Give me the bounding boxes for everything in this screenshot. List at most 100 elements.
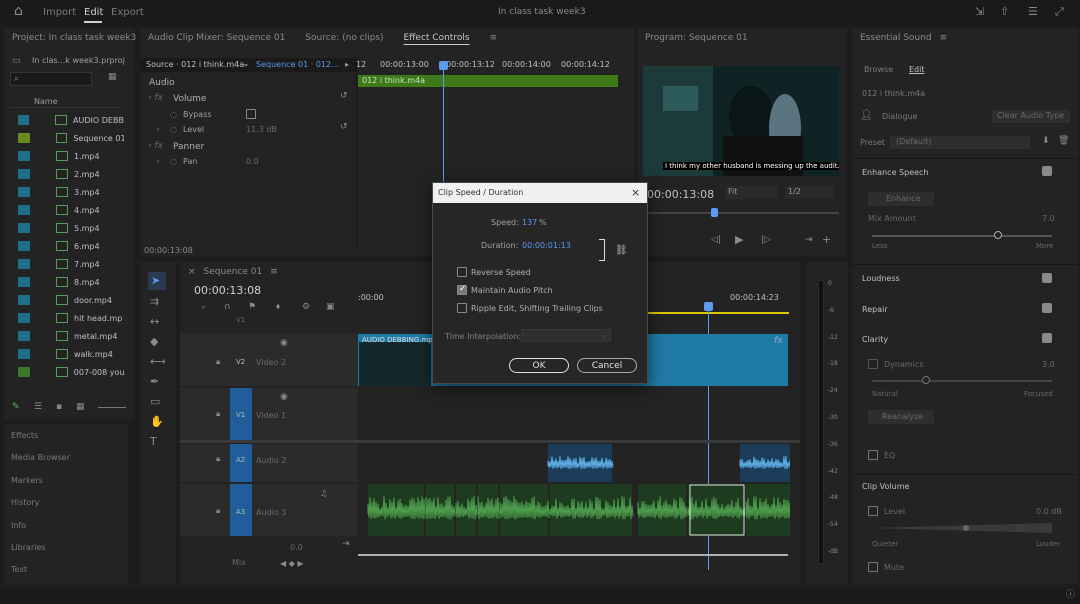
program-playhead[interactable] bbox=[711, 208, 718, 217]
publish-icon[interactable]: ⇧ bbox=[1000, 6, 1009, 17]
project-item[interactable]: 007-008 you bbox=[14, 363, 124, 381]
magnet-icon[interactable]: ∩ bbox=[224, 302, 231, 313]
project-item[interactable]: 1.mp4 bbox=[14, 147, 124, 165]
time-interpolation-dropdown[interactable]: ⌄ bbox=[521, 329, 611, 342]
wrench-icon[interactable]: ⚙ bbox=[302, 302, 310, 313]
play-icon[interactable]: ▶ bbox=[735, 234, 743, 245]
maintain-pitch-checkbox[interactable]: ✓ bbox=[457, 284, 467, 295]
label-color-swatch[interactable] bbox=[18, 133, 30, 143]
project-item[interactable]: Sequence 01 bbox=[14, 129, 124, 147]
step-forward-icon[interactable]: |▷ bbox=[761, 235, 771, 246]
fullscreen-icon[interactable]: ⤢ bbox=[1055, 6, 1064, 17]
dynamics-slider[interactable] bbox=[872, 380, 1052, 382]
label-color-swatch[interactable] bbox=[18, 151, 30, 161]
freeform-view-icon[interactable]: ▦ bbox=[76, 402, 85, 413]
mix-value[interactable]: 0.0 bbox=[290, 543, 303, 552]
label-color-swatch[interactable] bbox=[18, 367, 30, 377]
track-a3-lock-icon[interactable]: 🔒︎ bbox=[216, 505, 220, 516]
loudness-checkbox[interactable] bbox=[1042, 273, 1052, 283]
new-bin-icon[interactable]: ▦ bbox=[108, 72, 117, 83]
caption-icon[interactable]: ▣ bbox=[326, 302, 335, 313]
pen-icon[interactable]: ✒ bbox=[150, 376, 159, 387]
mix-amount-slider[interactable] bbox=[872, 235, 1052, 237]
label-color-swatch[interactable] bbox=[18, 331, 30, 341]
label-color-swatch[interactable] bbox=[18, 241, 30, 251]
enhance-button[interactable]: Enhance bbox=[868, 192, 934, 206]
razor-icon[interactable]: ◆ bbox=[150, 336, 158, 347]
mix-amount-knob[interactable] bbox=[994, 231, 1002, 239]
side-tab[interactable]: Info bbox=[11, 521, 26, 530]
zoom-slider[interactable] bbox=[98, 407, 126, 408]
duration-value[interactable]: 00:00:01:13 bbox=[522, 241, 571, 250]
pan-stopwatch-icon[interactable]: ◌ bbox=[170, 156, 177, 167]
reset-volume-icon[interactable]: ↺ bbox=[340, 91, 348, 102]
label-color-swatch[interactable] bbox=[18, 295, 30, 305]
label-color-swatch[interactable] bbox=[18, 313, 30, 323]
reverse-speed-checkbox[interactable] bbox=[457, 267, 467, 277]
cancel-button[interactable]: Cancel bbox=[577, 358, 637, 373]
save-preset-icon[interactable]: ⬇ bbox=[1042, 136, 1050, 147]
work-area-bar[interactable] bbox=[648, 312, 789, 314]
clear-audio-type-button[interactable]: Clear Audio Type bbox=[992, 110, 1070, 123]
close-sequence-icon[interactable]: × bbox=[188, 267, 196, 277]
mix-keyframe-icon[interactable]: ◀ ◆ ▶ bbox=[280, 558, 304, 569]
preset-dropdown[interactable]: (Default) bbox=[890, 136, 1030, 149]
ripple-edit-icon[interactable]: ↔ bbox=[150, 316, 159, 327]
button-editor-icon[interactable]: + bbox=[822, 234, 831, 245]
tab-source[interactable]: Source: (no clips) bbox=[305, 33, 383, 43]
timeline-menu-icon[interactable]: ≡ bbox=[270, 267, 278, 277]
label-color-swatch[interactable] bbox=[18, 205, 30, 215]
speed-value[interactable]: 137 bbox=[522, 218, 537, 227]
tab-effect-controls[interactable]: Effect Controls bbox=[404, 33, 470, 43]
track-v1-eye-icon[interactable]: ◉ bbox=[280, 392, 288, 403]
track-a3-mic-icon[interactable]: ♫ bbox=[320, 488, 327, 499]
es-menu-icon[interactable]: ≡ bbox=[940, 33, 948, 43]
pan-expand-icon[interactable]: › bbox=[156, 157, 160, 167]
clarity-checkbox[interactable] bbox=[1042, 333, 1052, 343]
project-item[interactable]: 5.mp4 bbox=[14, 219, 124, 237]
step-back-icon[interactable]: ◁| bbox=[711, 235, 721, 246]
dynamics-knob[interactable] bbox=[922, 376, 930, 384]
pencil-icon[interactable]: ✎ bbox=[12, 402, 20, 413]
repair-checkbox[interactable] bbox=[1042, 303, 1052, 313]
side-tab[interactable]: Text bbox=[11, 565, 27, 574]
track-v2-lock-icon[interactable]: 🔒︎ bbox=[216, 356, 220, 367]
ripple-edit-checkbox[interactable] bbox=[457, 303, 467, 313]
track-v1-lock-icon[interactable]: 🔒︎ bbox=[216, 408, 220, 419]
mix-end-icon[interactable]: ⇥ bbox=[342, 539, 350, 550]
sequence-clip[interactable]: Sequence 01 · 012... bbox=[256, 60, 339, 69]
side-tab[interactable]: Effects bbox=[11, 431, 38, 440]
program-scrubber[interactable] bbox=[643, 212, 839, 214]
project-item[interactable]: 8.mp4 bbox=[14, 273, 124, 291]
info-icon[interactable]: ⓘ bbox=[1066, 590, 1075, 601]
play-audio-icon[interactable]: ▸ bbox=[345, 60, 349, 69]
rectangle-icon[interactable]: ▭ bbox=[150, 396, 160, 407]
dynamics-value[interactable]: 3.0 bbox=[1042, 360, 1055, 369]
level-value[interactable]: 11.3 dB bbox=[246, 125, 277, 134]
clip-level-value[interactable]: 0.0 dB bbox=[1036, 507, 1062, 516]
selection-tool-icon[interactable]: ➤ bbox=[148, 272, 166, 290]
level-checkbox[interactable] bbox=[868, 506, 878, 516]
label-color-swatch[interactable] bbox=[18, 169, 30, 179]
project-item[interactable]: 3.mp4 bbox=[14, 183, 124, 201]
timeline-hscroll[interactable] bbox=[358, 554, 788, 556]
hand-icon[interactable]: ✋ bbox=[150, 416, 164, 427]
project-item[interactable]: 4.mp4 bbox=[14, 201, 124, 219]
slip-icon[interactable]: ⟷ bbox=[150, 356, 166, 367]
ec-playhead-head[interactable] bbox=[439, 61, 448, 70]
dialog-close-icon[interactable]: × bbox=[631, 186, 640, 199]
project-item[interactable]: AUDIO DEBBI bbox=[14, 111, 124, 129]
project-item[interactable]: walk.mp4 bbox=[14, 345, 124, 363]
clip-level-slider[interactable] bbox=[872, 522, 1054, 534]
mix-amount-value[interactable]: 7.0 bbox=[1042, 214, 1055, 223]
track-select-icon[interactable]: ⇉ bbox=[150, 296, 159, 307]
project-item[interactable]: 7.mp4 bbox=[14, 255, 124, 273]
icon-view-icon[interactable]: ▪ bbox=[56, 402, 62, 413]
side-tab[interactable]: Libraries bbox=[11, 543, 46, 552]
linked-icon[interactable]: ⚑ bbox=[248, 302, 256, 313]
delete-preset-icon[interactable]: 🗑︎ bbox=[1058, 136, 1069, 147]
es-tab-browse[interactable]: Browse bbox=[864, 65, 893, 74]
link-icon[interactable]: ⛓ bbox=[615, 245, 628, 256]
project-search[interactable]: ⌕ bbox=[10, 72, 92, 86]
reanalyze-button[interactable]: Reanalyze bbox=[868, 410, 934, 424]
